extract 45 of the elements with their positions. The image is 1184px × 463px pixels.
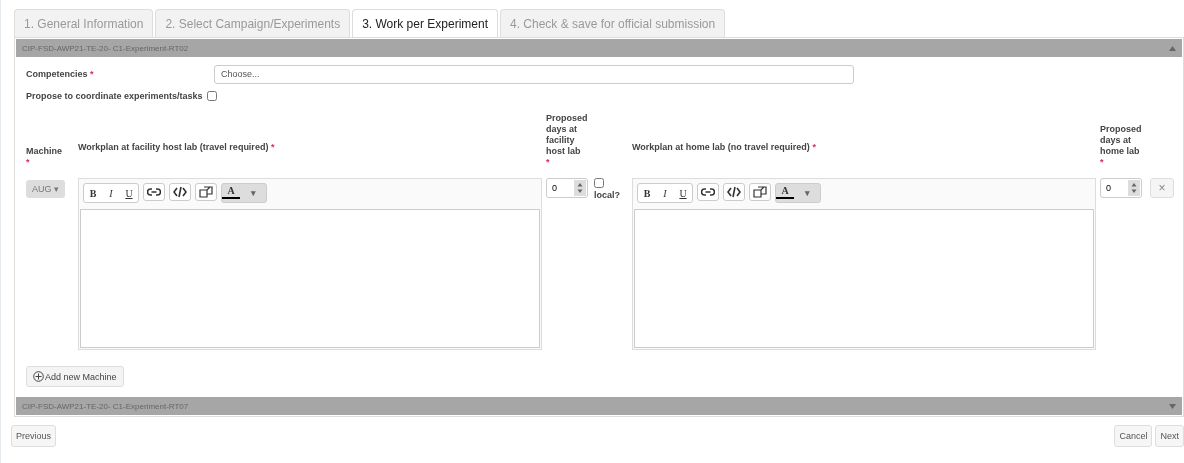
plus-circle-icon — [33, 371, 44, 382]
italic-button[interactable]: I — [656, 184, 674, 202]
color-dropdown-button[interactable]: ▾ — [240, 184, 266, 202]
column-header: Workplan at facility host lab (travel required) * — [78, 142, 276, 153]
competencies-field[interactable]: Choose... — [214, 64, 854, 84]
underline-button[interactable]: U — [120, 184, 138, 202]
popout-icon — [199, 186, 213, 198]
font-color-button[interactable]: A — [776, 184, 794, 199]
checkbox[interactable] — [594, 178, 604, 188]
popout-icon — [753, 186, 767, 198]
column-header: Machine * — [26, 146, 63, 169]
color-dropdown-button[interactable]: ▾ — [794, 184, 820, 202]
link-icon — [701, 187, 715, 197]
font-color-button[interactable]: A — [222, 184, 240, 199]
spinner-icon — [1128, 180, 1140, 196]
link-button[interactable] — [143, 183, 165, 201]
tab[interactable]: 3. Work per Experiment — [352, 9, 498, 37]
next-button[interactable]: Next — [1155, 425, 1184, 447]
checkbox-label: local? — [594, 190, 621, 200]
link-button[interactable] — [697, 183, 719, 201]
link-icon — [147, 187, 161, 197]
checkbox[interactable] — [206, 91, 217, 101]
bold-button[interactable]: B — [638, 184, 656, 202]
cancel-button[interactable]: Cancel — [1114, 425, 1153, 447]
spinner-icon — [574, 180, 586, 196]
italic-button[interactable]: I — [102, 184, 120, 202]
remove-button[interactable]: × — [1150, 178, 1174, 198]
add-machine-button[interactable]: Add new Machine — [26, 366, 124, 387]
number-field[interactable]: 0 — [1100, 178, 1142, 198]
number-field[interactable]: 0 — [546, 178, 588, 198]
code-icon — [727, 186, 741, 198]
popout-button[interactable] — [195, 183, 217, 201]
underline-button[interactable]: U — [674, 184, 692, 202]
bold-button[interactable]: B — [84, 184, 102, 202]
field-label: Competencies * — [26, 69, 95, 79]
field-label: Propose to coordinate experiments/tasks — [26, 91, 203, 101]
code-button[interactable] — [723, 183, 745, 201]
popout-button[interactable] — [749, 183, 771, 201]
previous-button[interactable]: Previous — [11, 425, 56, 447]
column-header: Proposed days at home lab * — [1100, 124, 1143, 169]
code-button[interactable] — [169, 183, 191, 201]
column-header: Workplan at home lab (no travel required) * — [632, 142, 817, 153]
machine-dropdown[interactable]: AUG ▾ — [26, 180, 65, 198]
column-header: Proposed days at facility host lab * — [546, 113, 589, 169]
code-icon — [173, 186, 187, 198]
